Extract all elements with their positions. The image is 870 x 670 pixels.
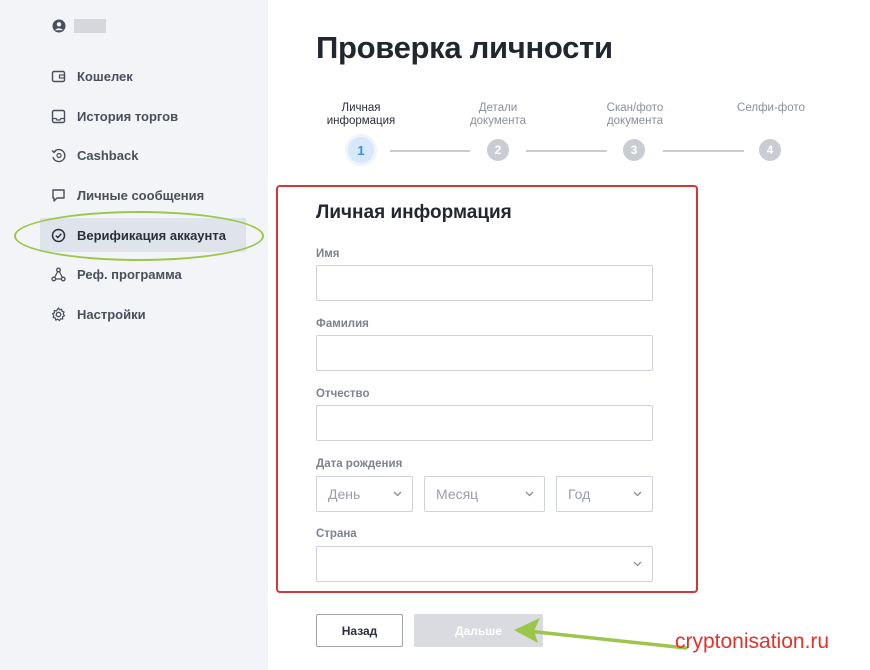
country-select[interactable] — [316, 546, 653, 582]
sidebar-item-label: История торгов — [77, 108, 179, 124]
step-connector — [390, 150, 470, 152]
user-icon — [52, 19, 66, 33]
birthdate-label: Дата рождения — [316, 458, 403, 470]
sidebar-item-referral[interactable]: Реф. программа — [40, 257, 246, 291]
last-name-input[interactable] — [316, 335, 653, 371]
next-button[interactable]: Дальше — [414, 614, 543, 647]
stepper: Личная информация Детали документа Скан/… — [316, 100, 826, 170]
step-label-2: Детали документа — [443, 102, 553, 128]
back-button[interactable]: Назад — [316, 614, 403, 647]
step-circle-1[interactable]: 1 — [348, 137, 374, 163]
sidebar-item-trade-history[interactable]: История торгов — [40, 99, 246, 133]
step-label-line: Селфи-фото — [737, 102, 805, 114]
month-placeholder: Месяц — [436, 486, 479, 502]
step-label-line: документа — [469, 115, 527, 127]
watermark-text: cryptonisation.ru — [675, 630, 830, 653]
gear-icon — [51, 306, 66, 321]
step-label-line: Личная — [341, 102, 381, 114]
sidebar-item-verification[interactable]: Верификация аккаунта — [40, 218, 246, 252]
step-label-line: информация — [326, 115, 396, 127]
first-name-input[interactable] — [316, 265, 653, 301]
user-name-redacted — [74, 19, 106, 33]
step-circle-3[interactable]: 3 — [623, 139, 645, 161]
chevron-down-icon — [633, 491, 642, 497]
step-circle-4[interactable]: 4 — [759, 139, 781, 161]
first-name-label: Имя — [316, 248, 340, 260]
message-icon — [52, 188, 65, 202]
day-placeholder: День — [328, 486, 361, 502]
sidebar-item-settings[interactable]: Настройки — [40, 297, 246, 331]
sidebar: Кошелек История торгов Cashback Личные с… — [0, 0, 268, 670]
sidebar-item-label: Настройки — [77, 306, 146, 322]
wallet-icon — [51, 70, 66, 82]
cashback-icon — [51, 148, 66, 162]
form-title: Личная информация — [316, 202, 512, 223]
patronymic-label: Отчество — [316, 388, 370, 400]
year-placeholder: Год — [568, 486, 591, 502]
chevron-down-icon — [393, 491, 402, 497]
step-label-line: Скан/фото — [606, 102, 664, 114]
step-circle-2[interactable]: 2 — [487, 139, 509, 161]
sidebar-item-label: Личные сообщения — [77, 187, 205, 203]
sidebar-item-label: Реф. программа — [77, 266, 182, 282]
referral-icon — [51, 267, 66, 281]
inbox-icon — [51, 109, 66, 123]
month-select[interactable]: Месяц — [424, 476, 545, 512]
sidebar-item-cashback[interactable]: Cashback — [40, 138, 246, 172]
step-connector — [526, 150, 607, 152]
sidebar-item-wallet[interactable]: Кошелек — [40, 59, 246, 93]
sidebar-item-label: Верификация аккаунта — [77, 227, 226, 243]
country-label: Страна — [316, 528, 357, 540]
sidebar-item-label: Cashback — [77, 147, 139, 163]
last-name-label: Фамилия — [316, 318, 369, 330]
check-circle-icon — [51, 228, 66, 242]
year-select[interactable]: Год — [556, 476, 653, 512]
step-label-1: Личная информация — [306, 102, 416, 128]
step-label-4: Селфи-фото — [716, 102, 826, 115]
day-select[interactable]: День — [316, 476, 413, 512]
user-profile[interactable] — [52, 19, 106, 33]
step-connector — [663, 150, 744, 152]
page-title: Проверка личности — [316, 30, 613, 65]
sidebar-item-label: Кошелек — [77, 68, 133, 84]
step-label-line: Детали — [478, 102, 518, 114]
sidebar-item-messages[interactable]: Личные сообщения — [40, 178, 246, 212]
step-label-line: документа — [606, 115, 664, 127]
step-label-3: Скан/фото документа — [580, 102, 690, 128]
patronymic-input[interactable] — [316, 405, 653, 441]
chevron-down-icon — [525, 491, 534, 497]
chevron-down-icon — [633, 561, 642, 567]
